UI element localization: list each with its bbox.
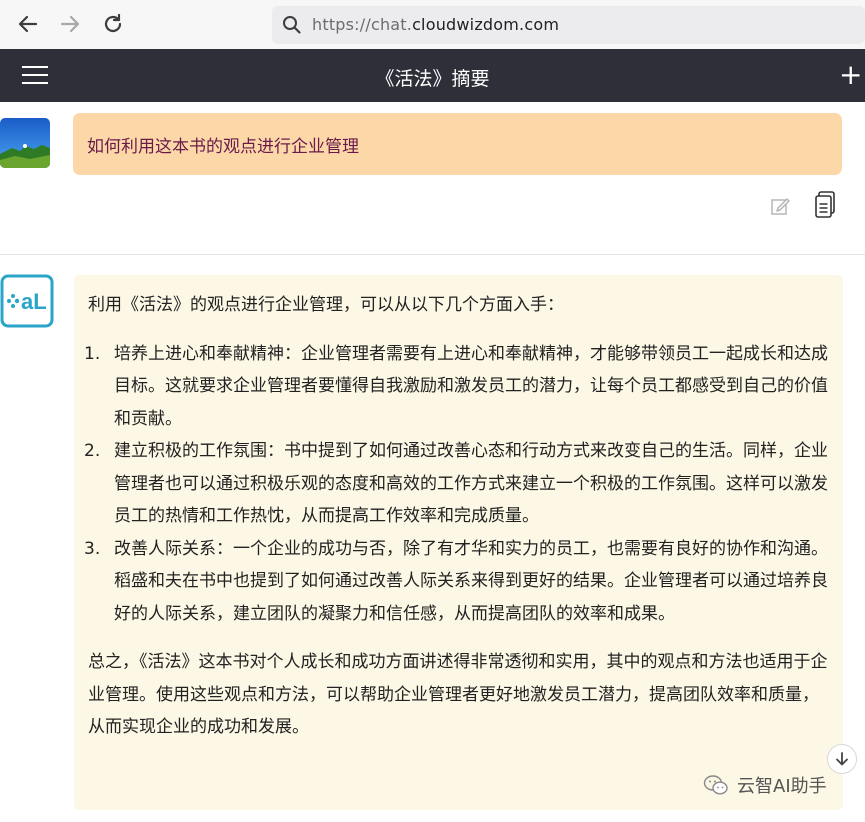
ai-logo-icon: aL [0, 274, 54, 328]
back-button[interactable] [14, 10, 42, 38]
edit-icon [771, 198, 790, 215]
list-item-number: 2. [84, 441, 101, 461]
svg-text:aL: aL [21, 289, 47, 314]
copy-button[interactable] [815, 191, 837, 219]
reload-button[interactable] [99, 10, 127, 38]
list-item-number: 3. [84, 538, 101, 559]
user-avatar [0, 118, 50, 168]
browser-toolbar: https://chat.cloudwizdom.com [0, 0, 865, 49]
app-header: 《活法》摘要 + [0, 49, 865, 102]
ai-summary: 总之，《活法》这本书对个人成长和成功方面讲述得非常透彻和实用，其中的观点和方法也… [88, 652, 828, 737]
landscape-avatar-icon [0, 118, 50, 168]
message-divider [0, 254, 865, 255]
wechat-icon [703, 775, 728, 795]
ai-message-content: 利用《活法》的观点进行企业管理，可以从以下几个方面入手： 1. 培养上进心和奉献… [84, 289, 834, 744]
list-item: 2. 建立积极的工作氛围：书中提到了如何通过改善心态和行动方式来改变自己的生活。… [84, 435, 834, 533]
arrow-left-icon [18, 15, 38, 33]
url-text: https://chat.cloudwizdom.com [312, 15, 559, 34]
url-domain: cloudwizdom.com [412, 15, 560, 34]
url-prefix: https://chat. [312, 15, 413, 34]
search-icon [283, 16, 301, 34]
list-item: 1. 培养上进心和奉献精神：企业管理者需要有上进心和奉献精神，才能够带领员工一起… [84, 338, 834, 436]
ai-avatar: aL [0, 274, 54, 328]
list-item-number: 1. [84, 343, 101, 364]
ai-message-bubble: 利用《活法》的观点进行企业管理，可以从以下几个方面入手： 1. 培养上进心和奉献… [74, 275, 843, 810]
edit-button[interactable] [770, 195, 792, 217]
scroll-down-button[interactable] [827, 744, 857, 774]
watermark: 云智AI助手 [703, 770, 827, 800]
new-chat-button[interactable]: + [839, 60, 865, 90]
ai-intro: 利用《活法》的观点进行企业管理，可以从以下几个方面入手： [88, 295, 564, 315]
user-message-bubble: 如何利用这本书的观点进行企业管理 [73, 113, 842, 175]
arrow-right-icon [60, 15, 80, 33]
arrow-down-icon [836, 752, 848, 766]
ai-point-list: 1. 培养上进心和奉献精神：企业管理者需要有上进心和奉献精神，才能够带领员工一起… [84, 338, 834, 631]
list-item-text: 建立积极的工作氛围：书中提到了如何通过改善心态和行动方式来改变自己的生活。同样，… [114, 441, 828, 526]
forward-button[interactable] [56, 10, 84, 38]
user-message-text: 如何利用这本书的观点进行企业管理 [87, 137, 359, 157]
list-item: 3. 改善人际关系：一个企业的成功与否，除了有才华和实力的员工，也需要有良好的协… [84, 533, 834, 631]
page-title: 《活法》摘要 [375, 68, 490, 90]
watermark-text: 云智AI助手 [737, 776, 827, 797]
list-item-text: 培养上进心和奉献精神：企业管理者需要有上进心和奉献精神，才能够带领员工一起成长和… [114, 343, 828, 429]
copy-icon [815, 191, 835, 218]
address-bar[interactable]: https://chat.cloudwizdom.com [272, 6, 865, 44]
list-item-text: 改善人际关系：一个企业的成功与否，除了有才华和实力的员工，也需要有良好的协作和沟… [114, 538, 828, 624]
reload-icon [104, 13, 122, 33]
